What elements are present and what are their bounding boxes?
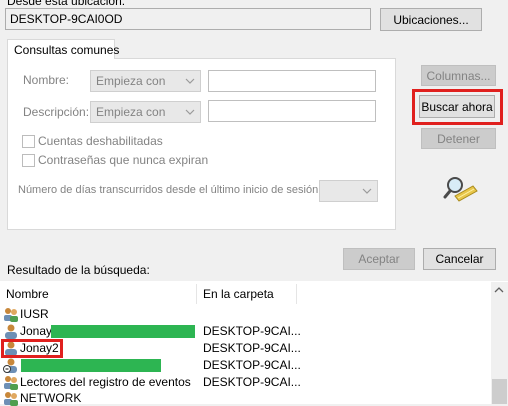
row-name: Lectores del registro de eventos	[20, 375, 191, 389]
description-input[interactable]	[208, 100, 376, 122]
chevron-down-icon	[185, 78, 195, 84]
chevron-down-icon	[185, 109, 195, 115]
group-icon	[4, 308, 18, 322]
days-since-logon-label: Número de días transcurridos desde el úl…	[18, 184, 322, 196]
location-field: DESKTOP-9CAI0OD	[5, 8, 371, 30]
table-row[interactable]: DESKTOP-9CAI...	[0, 357, 490, 373]
days-since-logon-select[interactable]	[319, 180, 378, 202]
stop-button[interactable]: Detener	[421, 128, 496, 149]
locations-button[interactable]: Ubicaciones...	[380, 8, 482, 31]
group-icon	[4, 376, 18, 390]
non-expiring-passwords-checkbox[interactable]	[22, 154, 35, 167]
description-mode-value: Empieza con	[96, 105, 166, 119]
column-header-name[interactable]: Nombre	[2, 284, 53, 304]
table-row[interactable]: IUSR	[0, 306, 490, 322]
name-input[interactable]	[208, 70, 376, 92]
row-folder: DESKTOP-9CAI...	[203, 358, 301, 372]
search-now-highlight	[412, 89, 503, 125]
row-folder: DESKTOP-9CAI...	[203, 324, 301, 338]
location-label: Desde esta ubicación:	[7, 0, 126, 8]
redaction-bar	[51, 325, 195, 338]
description-label: Descripción:	[23, 105, 90, 119]
description-mode-select[interactable]: Empieza con	[90, 101, 201, 123]
tab-common-queries[interactable]: Consultas comunes	[7, 39, 119, 59]
non-expiring-passwords-label: Contraseñas que nunca expiran	[38, 153, 209, 167]
redaction-bar	[21, 359, 161, 372]
row-folder: DESKTOP-9CAI...	[203, 341, 301, 355]
user-icon	[5, 324, 17, 339]
vertical-scrollbar[interactable]	[491, 282, 508, 404]
table-row[interactable]: Lectores del registro de eventos DESKTOP…	[0, 374, 490, 390]
user-disabled-icon	[3, 358, 17, 373]
row-name: Jonay	[20, 324, 53, 338]
disabled-accounts-label: Cuentas deshabilitadas	[38, 134, 163, 148]
column-divider[interactable]	[296, 284, 297, 304]
jonay2-highlight	[1, 339, 63, 358]
columns-button[interactable]: Columnas...	[421, 65, 496, 86]
table-row[interactable]: Jonay2 DESKTOP-9CAI...	[0, 340, 490, 356]
row-folder: DESKTOP-9CAI...	[203, 375, 301, 389]
row-name: NETWORK	[20, 391, 82, 405]
column-header-folder[interactable]: En la carpeta	[199, 284, 278, 304]
table-row[interactable]: Jonay DESKTOP-9CAI...	[0, 323, 490, 339]
name-mode-select[interactable]: Empieza con	[90, 70, 201, 92]
name-mode-value: Empieza con	[96, 74, 166, 88]
column-divider[interactable]	[196, 284, 197, 304]
ok-button[interactable]: Aceptar	[343, 248, 415, 270]
scrollbar-thumb[interactable]	[492, 379, 507, 404]
search-magnifier-icon	[443, 177, 478, 202]
cancel-button[interactable]: Cancelar	[423, 248, 496, 270]
results-label: Resultado de la búsqueda:	[7, 263, 150, 277]
chevron-down-icon	[362, 188, 372, 194]
disabled-accounts-checkbox[interactable]	[22, 135, 35, 148]
name-label: Nombre:	[23, 73, 70, 87]
row-name: IUSR	[20, 307, 49, 321]
scroll-up-icon[interactable]	[494, 286, 504, 294]
